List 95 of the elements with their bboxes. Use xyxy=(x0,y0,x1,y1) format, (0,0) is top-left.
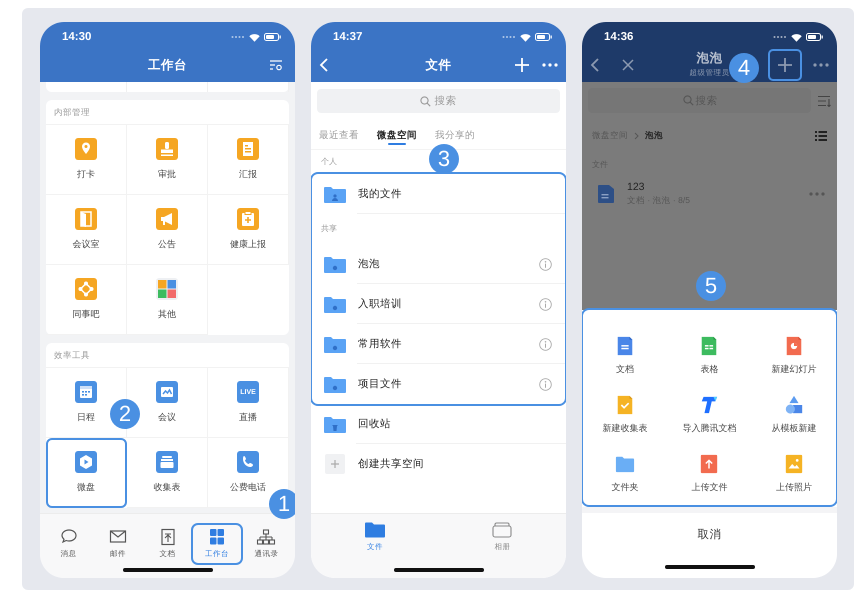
create-option[interactable]: 表格 xyxy=(667,336,752,376)
folder-row[interactable]: 常用软件 xyxy=(312,324,565,364)
plus-icon xyxy=(514,57,530,73)
create-option[interactable]: 新建幻灯片 xyxy=(752,336,836,376)
info-icon[interactable] xyxy=(539,298,552,310)
app-shortcut[interactable]: 审批 xyxy=(127,125,208,195)
folder-icon[interactable] xyxy=(364,522,385,538)
album-icon[interactable] xyxy=(492,522,512,538)
section-title: 效率工具 xyxy=(46,343,289,368)
folder-icon xyxy=(324,296,346,312)
calendar-icon xyxy=(75,381,97,403)
folder-row[interactable]: 创建共享空间 xyxy=(311,444,566,484)
back-icon[interactable] xyxy=(590,58,600,72)
app-shortcut[interactable]: 会议室 xyxy=(46,195,127,265)
app-shortcut[interactable]: 打卡 xyxy=(46,125,127,195)
file-name[interactable]: 123 xyxy=(627,181,796,193)
more-icon[interactable] xyxy=(542,63,558,67)
sort-icon[interactable] xyxy=(818,94,831,106)
tray-icon xyxy=(156,451,178,473)
folder-icon xyxy=(324,256,346,272)
create-option[interactable]: 新建收集表 xyxy=(583,395,668,435)
create-option[interactable]: 文件夹 xyxy=(583,454,668,494)
create-option[interactable]: 上传文件 xyxy=(667,454,752,494)
plus-icon xyxy=(777,57,793,73)
battery-icon xyxy=(264,33,281,41)
cancel-button[interactable]: 取消 xyxy=(582,513,837,555)
folder-row[interactable]: 回收站 xyxy=(311,404,566,444)
folder-icon xyxy=(324,376,346,392)
signal-icon xyxy=(231,35,245,39)
section-title: 内部管理 xyxy=(46,100,289,125)
close-icon[interactable] xyxy=(622,59,634,71)
section-label: 个人 xyxy=(321,156,337,168)
phone-icon xyxy=(237,451,259,473)
folder-icon xyxy=(324,336,346,352)
folder-row[interactable]: 泡泡 xyxy=(312,244,565,284)
plus-icon xyxy=(324,454,346,474)
info-icon[interactable] xyxy=(539,378,552,390)
wifi-icon xyxy=(520,32,531,42)
app-shortcut[interactable]: 其他 xyxy=(127,265,208,335)
signal-icon xyxy=(502,35,516,39)
create-option[interactable]: 上传照片 xyxy=(752,454,836,494)
document-icon xyxy=(598,185,614,203)
clipboard-icon xyxy=(237,208,259,230)
status-time: 14:37 xyxy=(333,31,364,43)
search-icon xyxy=(420,96,431,106)
screen-title: 泡泡 xyxy=(696,50,722,67)
settings-list-icon[interactable] xyxy=(269,59,283,71)
status-time: 14:30 xyxy=(62,31,92,43)
nodes-icon xyxy=(75,278,97,300)
report-icon xyxy=(237,138,259,160)
info-icon[interactable] xyxy=(539,338,552,350)
meeting-icon xyxy=(156,381,178,403)
list-view-icon[interactable] xyxy=(815,131,827,141)
folder-icon xyxy=(614,454,636,474)
create-option[interactable]: 从模板新建 xyxy=(752,395,836,435)
signal-icon xyxy=(773,35,787,39)
megaphone-icon xyxy=(156,208,178,230)
breadcrumb-item[interactable]: 泡泡 xyxy=(645,130,663,142)
folder-row[interactable]: 入职培训 xyxy=(312,284,565,324)
screen-title: 文件 xyxy=(426,56,452,74)
tab[interactable]: 微盘空间 xyxy=(377,123,417,147)
create-option[interactable]: 导入腾讯文档 xyxy=(667,395,752,435)
battery-icon xyxy=(535,33,552,41)
app-shortcut[interactable]: 汇报 xyxy=(208,125,289,195)
more-icon[interactable] xyxy=(813,63,829,67)
wifi-icon xyxy=(791,32,802,42)
info-icon[interactable] xyxy=(539,258,552,270)
search-field[interactable]: 搜索 xyxy=(317,89,560,113)
status-time: 14:36 xyxy=(604,31,634,43)
folder-row[interactable]: 我的文件 xyxy=(312,174,565,214)
app-shortcut[interactable]: 健康上报 xyxy=(208,195,289,265)
callout-number: 3 xyxy=(429,144,459,174)
app-shortcut[interactable]: 微盘 xyxy=(46,438,127,508)
pin-icon xyxy=(75,138,97,160)
app-shortcut[interactable]: 公告 xyxy=(127,195,208,265)
search-icon xyxy=(683,95,694,106)
folder-icon xyxy=(324,416,346,432)
section-label: 共享 xyxy=(321,223,337,235)
wifi-icon xyxy=(249,32,260,42)
org-chart-icon[interactable] xyxy=(256,528,276,546)
battery-icon xyxy=(806,33,823,41)
door-icon xyxy=(75,208,97,230)
create-option[interactable]: 文档 xyxy=(583,336,668,376)
hexagon-play-icon xyxy=(75,451,97,473)
apps-grid-icon xyxy=(156,278,178,300)
folder-icon xyxy=(324,186,346,202)
chevron-icon xyxy=(634,132,639,140)
app-shortcut[interactable]: 同事吧 xyxy=(46,265,127,335)
folder-row[interactable]: 项目文件 xyxy=(312,364,565,404)
screen-title: 工作台 xyxy=(148,56,187,74)
app-shortcut[interactable]: 收集表 xyxy=(127,438,208,508)
stamp-icon xyxy=(156,138,178,160)
add-button[interactable] xyxy=(514,57,530,73)
add-button[interactable] xyxy=(769,50,801,80)
chat-icon[interactable] xyxy=(58,528,79,546)
